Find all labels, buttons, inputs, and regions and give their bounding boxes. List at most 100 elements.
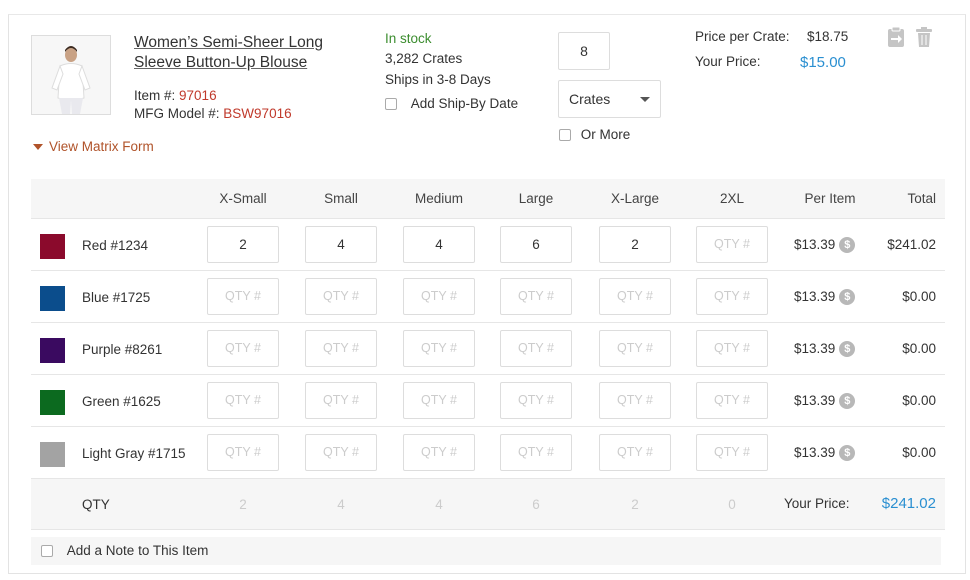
add-note-label[interactable]: Add a Note to This Item	[67, 543, 209, 558]
product-name[interactable]: Women’s Semi-Sheer Long Sleeve Button-Up…	[134, 33, 323, 73]
qty-input-small[interactable]: QTY #	[305, 278, 377, 315]
color-swatch	[40, 338, 65, 363]
ship-by-label[interactable]: Add Ship-By Date	[411, 96, 518, 111]
product-card: Women’s Semi-Sheer Long Sleeve Button-Up…	[8, 14, 966, 574]
qty-input-large[interactable]: QTY #	[500, 278, 572, 315]
qty-input-2xl[interactable]: QTY #	[696, 226, 768, 263]
or-more-option[interactable]: Or More	[559, 127, 630, 142]
header-large: Large	[518, 191, 554, 206]
view-matrix-label[interactable]: View Matrix Form	[49, 139, 154, 154]
mfg-model-label: MFG Model #:	[134, 106, 220, 121]
unit-select-value: Crates	[569, 91, 611, 107]
per-item-price: $13.39 $	[794, 219, 856, 270]
qty-input-x-small[interactable]: 2	[207, 226, 279, 263]
item-number: Item #: 97016	[134, 88, 217, 103]
qty-input-x-large[interactable]: 2	[599, 226, 671, 263]
mfg-model: MFG Model #: BSW97016	[134, 106, 292, 121]
ship-by-option[interactable]: Add Ship-By Date	[385, 96, 518, 111]
or-more-checkbox[interactable]	[559, 129, 571, 142]
table-row: Purple #8261 QTY # QTY # QTY # QTY # QTY # QTY…	[31, 323, 945, 375]
per-item-value: $13.39	[794, 393, 836, 408]
qty-input-large[interactable]: QTY #	[500, 330, 572, 367]
add-note-bar[interactable]: Add a Note to This Item	[31, 537, 941, 565]
order-quantity-input[interactable]: 8	[558, 32, 610, 70]
qty-input-x-small[interactable]: QTY #	[207, 382, 279, 419]
qty-input-small[interactable]: 4	[305, 226, 377, 263]
qty-input-medium[interactable]: QTY #	[403, 278, 475, 315]
qty-input-medium[interactable]: QTY #	[403, 434, 475, 471]
color-name: Blue #1725	[82, 290, 151, 305]
your-price-label: Your Price:	[695, 54, 761, 69]
qty-input-x-small[interactable]: QTY #	[207, 278, 279, 315]
ship-by-checkbox[interactable]	[385, 98, 397, 111]
row-total: $0.00	[902, 445, 936, 460]
trash-icon[interactable]	[915, 26, 933, 53]
chevron-down-icon	[640, 97, 650, 102]
header-medium: Medium	[414, 191, 463, 206]
qty-input-small[interactable]: QTY #	[305, 330, 377, 367]
dollar-coin-icon[interactable]: $	[839, 393, 856, 410]
qty-input-x-small[interactable]: QTY #	[207, 330, 279, 367]
color-name: Green #1625	[82, 394, 161, 409]
row-total: $241.02	[887, 237, 936, 252]
price-per-crate-label: Price per Crate:	[695, 29, 790, 44]
qty-input-medium[interactable]: 4	[403, 226, 475, 263]
clipboard-arrow-icon[interactable]	[887, 26, 905, 53]
per-item-value: $13.39	[794, 341, 836, 356]
dollar-coin-icon[interactable]: $	[839, 341, 856, 358]
dollar-coin-icon[interactable]: $	[839, 237, 856, 254]
color-name: Purple #8261	[82, 342, 163, 357]
footer-qty-2xl: 0	[728, 497, 736, 512]
mfg-model-value: BSW97016	[223, 106, 292, 121]
qty-input-2xl[interactable]: QTY #	[696, 434, 768, 471]
qty-input-medium[interactable]: QTY #	[403, 382, 475, 419]
qty-input-small[interactable]: QTY #	[305, 382, 377, 419]
row-total: $0.00	[902, 289, 936, 304]
qty-input-x-small[interactable]: QTY #	[207, 434, 279, 471]
color-swatch	[40, 390, 65, 415]
your-price-value: $15.00	[800, 54, 846, 71]
product-thumbnail[interactable]	[31, 35, 111, 115]
qty-input-2xl[interactable]: QTY #	[696, 382, 768, 419]
stock-count: 3,282 Crates	[385, 51, 463, 66]
color-swatch	[40, 234, 65, 259]
per-item-price: $13.39 $	[794, 427, 856, 478]
header-2xl: 2XL	[719, 191, 745, 206]
footer-price-label: Your Price:	[784, 496, 850, 511]
dollar-coin-icon[interactable]: $	[839, 445, 856, 462]
qty-input-large[interactable]: QTY #	[500, 434, 572, 471]
qty-input-x-large[interactable]: QTY #	[599, 330, 671, 367]
product-name-line2[interactable]: Sleeve Button-Up Blouse	[134, 54, 307, 71]
qty-input-2xl[interactable]: QTY #	[696, 330, 768, 367]
qty-input-x-large[interactable]: QTY #	[599, 278, 671, 315]
qty-input-large[interactable]: QTY #	[500, 382, 572, 419]
qty-input-medium[interactable]: QTY #	[403, 330, 475, 367]
item-number-value: 97016	[179, 88, 217, 103]
qty-input-x-large[interactable]: QTY #	[599, 382, 671, 419]
or-more-label[interactable]: Or More	[581, 127, 631, 142]
qty-input-2xl[interactable]: QTY #	[696, 278, 768, 315]
price-per-crate-value: $18.75	[807, 29, 849, 44]
product-name-line1[interactable]: Women’s Semi-Sheer Long	[134, 34, 323, 51]
row-total: $0.00	[902, 393, 936, 408]
table-row: Blue #1725 QTY # QTY # QTY # QTY # QTY # QTY #…	[31, 271, 945, 323]
qty-input-large[interactable]: 6	[500, 226, 572, 263]
view-matrix-toggle[interactable]: View Matrix Form	[33, 139, 154, 154]
color-name: Red #1234	[82, 238, 149, 253]
unit-select[interactable]: Crates	[558, 80, 661, 118]
matrix-rows: Red #1234 2 4 4 6 2 QTY # $13.39 $ $241.02 Blue #1…	[31, 219, 945, 479]
add-note-checkbox[interactable]	[41, 545, 53, 558]
table-row: Green #1625 QTY # QTY # QTY # QTY # QTY # QTY …	[31, 375, 945, 427]
per-item-price: $13.39 $	[794, 375, 856, 426]
per-item-value: $13.39	[794, 445, 836, 460]
table-row: Light Gray #1715 QTY # QTY # QTY # QTY # QTY …	[31, 427, 945, 479]
qty-input-small[interactable]: QTY #	[305, 434, 377, 471]
footer-price-value: $241.02	[881, 495, 936, 512]
stock-status: In stock	[385, 31, 432, 46]
table-row: Red #1234 2 4 4 6 2 QTY # $13.39 $ $241.02	[31, 219, 945, 271]
ship-time: Ships in 3-8 Days	[385, 72, 491, 87]
footer-qty-small: 4	[337, 497, 345, 512]
qty-input-x-large[interactable]: QTY #	[599, 434, 671, 471]
caret-down-icon	[33, 144, 43, 151]
dollar-coin-icon[interactable]: $	[839, 289, 856, 306]
